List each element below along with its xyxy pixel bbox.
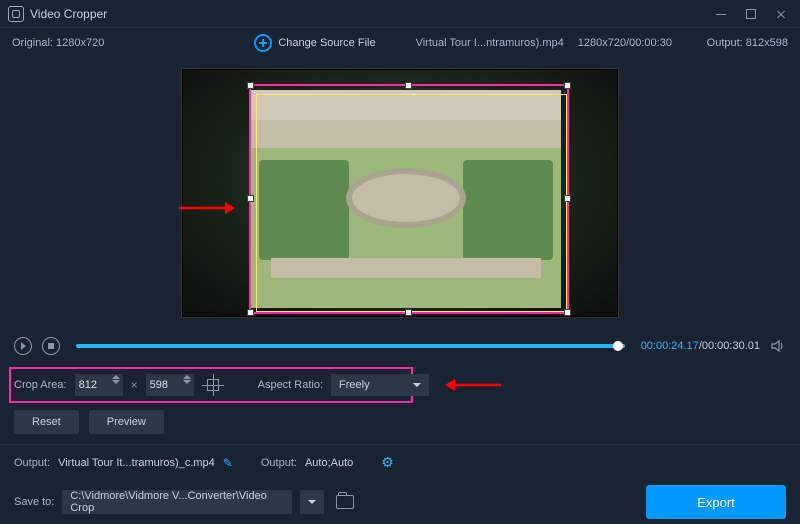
preview-button[interactable]: Preview	[89, 410, 164, 434]
video-stage	[0, 58, 800, 328]
crop-controls: Crop Area: 812 × 598 Aspect Ratio: Freel…	[0, 364, 800, 406]
source-dimensions: 1280x720/00:00:30	[578, 37, 672, 49]
gear-icon[interactable]: ⚙	[381, 454, 394, 471]
output-filename: Virtual Tour It...tramuros)_c.mp4	[58, 457, 215, 469]
titlebar: Video Cropper	[0, 0, 800, 28]
save-path-input[interactable]: C:\Vidmore\Vidmore V...Converter\Video C…	[62, 490, 292, 514]
app-title: Video Cropper	[30, 7, 107, 21]
aspect-ratio-label: Aspect Ratio:	[258, 379, 323, 391]
save-row: Save to: C:\Vidmore\Vidmore V...Converte…	[0, 480, 800, 524]
annotation-arrow-icon	[445, 377, 501, 393]
multiply-symbol: ×	[131, 378, 138, 392]
height-up[interactable]	[183, 375, 191, 379]
maximize-button[interactable]	[744, 7, 758, 21]
playback-bar: 00:00:24.17/00:00:30.01	[0, 328, 800, 364]
save-path-dropdown[interactable]	[300, 490, 324, 514]
original-size-label: Original: 1280x720	[12, 37, 104, 49]
crop-area-label: Crop Area:	[14, 379, 67, 391]
seek-thumb[interactable]	[613, 341, 623, 351]
volume-icon[interactable]	[770, 338, 786, 354]
toolbar: Original: 1280x720 Change Source File Vi…	[0, 28, 800, 58]
output-resolution: Auto;Auto	[305, 457, 353, 469]
action-buttons: Reset Preview	[0, 406, 800, 438]
seek-slider[interactable]	[76, 344, 625, 348]
reset-button[interactable]: Reset	[14, 410, 79, 434]
export-button[interactable]: Export	[646, 485, 786, 519]
plus-circle-icon	[254, 34, 272, 52]
output-file-label: Output:	[14, 457, 50, 469]
crop-width-input[interactable]: 812	[75, 374, 123, 396]
change-source-label: Change Source File	[278, 37, 375, 49]
playback-time: 00:00:24.17/00:00:30.01	[641, 340, 760, 352]
annotation-arrow-icon	[179, 200, 235, 216]
center-crop-button[interactable]	[202, 374, 224, 396]
edit-icon[interactable]: ✎	[223, 456, 233, 470]
source-filename: Virtual Tour I...ntramuros).mp4	[416, 37, 564, 49]
crop-height-input[interactable]: 598	[146, 374, 194, 396]
chevron-down-icon	[308, 500, 316, 504]
width-down[interactable]	[112, 380, 120, 384]
output-size-label: Output: 812x598	[707, 37, 788, 49]
app-icon	[8, 6, 24, 22]
height-down[interactable]	[183, 380, 191, 384]
minimize-button[interactable]	[714, 7, 728, 21]
folder-icon[interactable]	[336, 495, 354, 509]
width-up[interactable]	[112, 375, 120, 379]
save-to-label: Save to:	[14, 496, 54, 508]
video-preview[interactable]	[182, 69, 618, 317]
close-button[interactable]	[774, 7, 788, 21]
output-res-label: Output:	[261, 457, 297, 469]
chevron-down-icon	[413, 383, 421, 387]
change-source-button[interactable]: Change Source File	[254, 34, 375, 52]
aspect-ratio-select[interactable]: Freely	[331, 374, 429, 396]
output-info: Output: Virtual Tour It...tramuros)_c.mp…	[0, 444, 800, 480]
play-button[interactable]	[14, 337, 32, 355]
stop-button[interactable]	[42, 337, 60, 355]
